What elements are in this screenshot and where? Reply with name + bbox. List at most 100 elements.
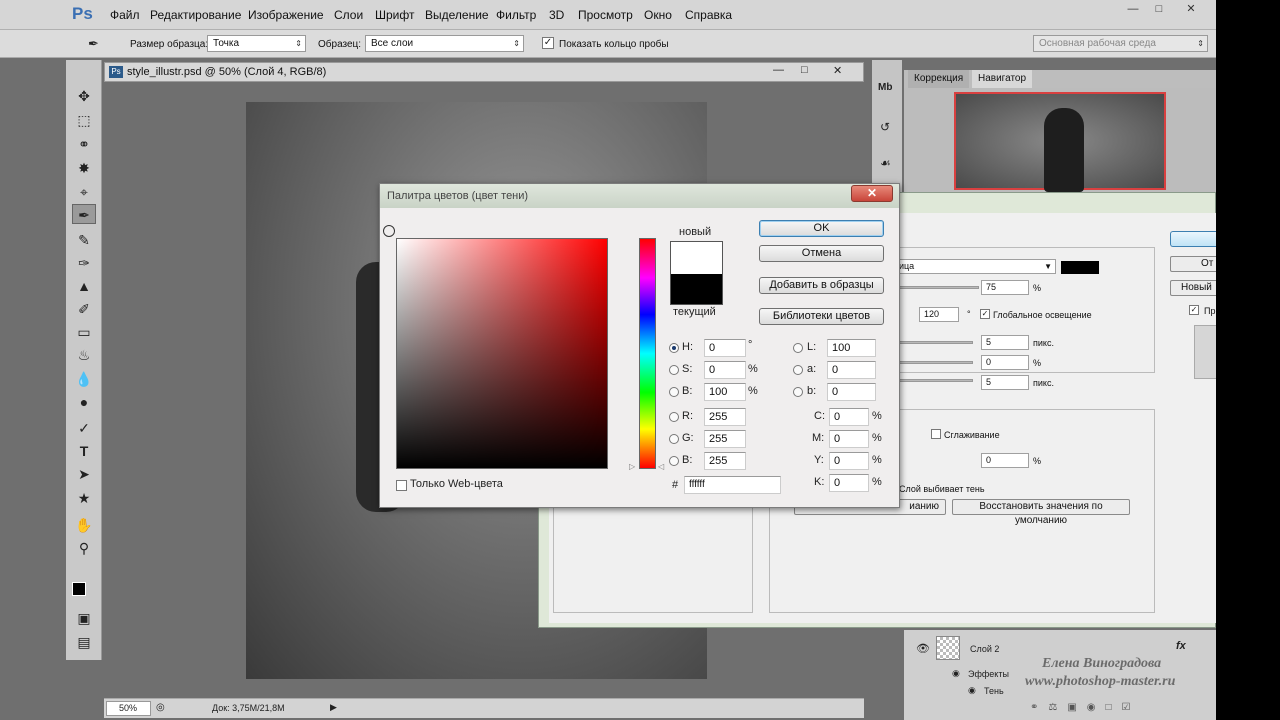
- distance-field[interactable]: 5: [981, 335, 1029, 350]
- maximize-icon[interactable]: □: [1146, 0, 1172, 18]
- menu-type[interactable]: Шрифт: [375, 8, 414, 22]
- brightness-radio[interactable]: [669, 387, 679, 397]
- saturation-brightness-field[interactable]: [396, 238, 608, 469]
- hue-field[interactable]: 0: [704, 339, 746, 357]
- doc-minimize-icon[interactable]: —: [773, 64, 784, 76]
- size-field[interactable]: 5: [981, 375, 1029, 390]
- red-radio[interactable]: [669, 412, 679, 422]
- screen-mode-icon[interactable]: ▤: [72, 632, 96, 652]
- lightness-radio[interactable]: [793, 343, 803, 353]
- new-style-button[interactable]: Новый: [1170, 280, 1216, 296]
- layers-bottom-icons[interactable]: ⚭⚖▣◉□☑: [1030, 702, 1210, 716]
- cyan-field[interactable]: 0: [829, 408, 869, 426]
- eyedropper-tool-icon[interactable]: ✒: [72, 204, 96, 224]
- size-slider[interactable]: [899, 379, 973, 382]
- sample-size-select[interactable]: Точка ⇕: [207, 35, 306, 52]
- workspace-select[interactable]: Основная рабочая среда ⇕: [1033, 35, 1208, 52]
- hex-field[interactable]: ffffff: [684, 476, 781, 494]
- lasso-tool-icon[interactable]: ⚭: [72, 134, 96, 154]
- web-colors-checkbox[interactable]: [396, 480, 407, 491]
- color-picker-ring-icon[interactable]: [383, 225, 395, 237]
- blue-radio[interactable]: [669, 456, 679, 466]
- path-select-tool-icon[interactable]: ➤: [72, 464, 96, 484]
- a-channel-field[interactable]: 0: [827, 361, 876, 379]
- quick-mask-icon[interactable]: ▣: [72, 608, 96, 628]
- a-channel-radio[interactable]: [793, 365, 803, 375]
- quick-select-tool-icon[interactable]: ✸: [72, 158, 96, 178]
- doc-close-icon[interactable]: ✕: [833, 64, 842, 77]
- green-field[interactable]: 255: [704, 430, 746, 448]
- healing-brush-tool-icon[interactable]: ✎: [72, 230, 96, 250]
- shape-tool-icon[interactable]: ★: [72, 488, 96, 508]
- brightness-field[interactable]: 100: [704, 383, 746, 401]
- menu-file[interactable]: Файл: [110, 8, 140, 22]
- color-libraries-button[interactable]: Библиотеки цветов: [759, 308, 884, 325]
- spread-slider[interactable]: [899, 361, 973, 364]
- green-radio[interactable]: [669, 434, 679, 444]
- status-info-icon[interactable]: ◎: [156, 702, 165, 713]
- angle-field[interactable]: 120: [919, 307, 959, 322]
- saturation-field[interactable]: 0: [704, 361, 746, 379]
- menu-layers[interactable]: Слои: [334, 8, 363, 22]
- shadow-eye-icon[interactable]: ◉: [968, 685, 976, 696]
- add-to-swatches-button[interactable]: Добавить в образцы: [759, 277, 884, 294]
- doc-maximize-icon[interactable]: □: [801, 64, 808, 76]
- hue-slider-right-arrow-icon[interactable]: ◁: [658, 462, 664, 471]
- minimize-icon[interactable]: —: [1120, 0, 1146, 18]
- preview-checkbox[interactable]: ✓: [1189, 305, 1199, 315]
- global-light-checkbox[interactable]: ✓: [980, 309, 990, 319]
- marquee-tool-icon[interactable]: ⬚: [72, 110, 96, 130]
- close-icon[interactable]: ✕: [1172, 0, 1210, 18]
- noise-field[interactable]: 0: [981, 453, 1029, 468]
- red-field[interactable]: 255: [704, 408, 746, 426]
- menu-help[interactable]: Справка: [685, 8, 732, 22]
- menu-edit[interactable]: Редактирование: [150, 8, 241, 22]
- spread-field[interactable]: 0: [981, 355, 1029, 370]
- status-menu-arrow-icon[interactable]: ▶: [330, 702, 337, 713]
- menu-select[interactable]: Выделение: [425, 8, 489, 22]
- clone-stamp-tool-icon[interactable]: ▲: [72, 276, 96, 296]
- history-icon[interactable]: ↺: [880, 120, 890, 134]
- brush-tool-icon[interactable]: ✑: [72, 253, 96, 273]
- dodge-tool-icon[interactable]: ●: [72, 392, 96, 412]
- ok-button[interactable]: OK: [759, 220, 884, 237]
- type-tool-icon[interactable]: T: [72, 441, 96, 461]
- usb-icon[interactable]: ☙: [880, 156, 891, 170]
- zoom-tool-icon[interactable]: ⚲: [72, 538, 96, 558]
- hand-tool-icon[interactable]: ✋: [72, 515, 96, 535]
- blur-tool-icon[interactable]: 💧: [72, 369, 96, 389]
- menu-filter[interactable]: Фильтр: [496, 8, 536, 22]
- opacity-field[interactable]: 75: [981, 280, 1029, 295]
- zoom-field[interactable]: 50%: [106, 701, 151, 716]
- hue-slider[interactable]: [639, 238, 656, 469]
- b-channel-radio[interactable]: [793, 387, 803, 397]
- saturation-radio[interactable]: [669, 365, 679, 375]
- tab-navigator[interactable]: Навигатор: [972, 70, 1033, 88]
- fx-icon[interactable]: fx: [1176, 640, 1186, 652]
- distance-slider[interactable]: [899, 341, 973, 344]
- sample-select[interactable]: Все слои ⇕: [365, 35, 524, 52]
- effects-eye-icon[interactable]: ◉: [952, 668, 960, 679]
- eyedropper-icon[interactable]: ✒: [88, 36, 99, 52]
- layer-style-cancel-button[interactable]: От: [1170, 256, 1216, 272]
- menu-3d[interactable]: 3D: [549, 8, 564, 22]
- blue-field[interactable]: 255: [704, 452, 746, 470]
- menu-image[interactable]: Изображение: [248, 8, 324, 22]
- black-field[interactable]: 0: [829, 474, 869, 492]
- lightness-field[interactable]: 100: [827, 339, 876, 357]
- reset-default-button[interactable]: Восстановить значения по умолчанию: [952, 499, 1130, 526]
- hue-radio[interactable]: [669, 343, 679, 353]
- move-tool-icon[interactable]: ✥: [72, 86, 96, 106]
- document-tab[interactable]: Ps style_illustr.psd @ 50% (Слой 4, RGB/…: [104, 62, 864, 82]
- foreground-color-swatch[interactable]: [72, 582, 86, 596]
- navigator-preview[interactable]: [954, 92, 1166, 192]
- pen-tool-icon[interactable]: ✓: [72, 418, 96, 438]
- current-color-swatch[interactable]: [670, 274, 723, 305]
- tab-correction[interactable]: Коррекция: [908, 70, 970, 88]
- show-ring-checkbox[interactable]: ✓: [542, 37, 554, 49]
- menu-view[interactable]: Просмотр: [578, 8, 633, 22]
- magenta-field[interactable]: 0: [829, 430, 869, 448]
- dialog-close-icon[interactable]: ✕: [851, 185, 893, 202]
- opacity-slider[interactable]: [899, 286, 979, 289]
- history-brush-tool-icon[interactable]: ✐: [72, 299, 96, 319]
